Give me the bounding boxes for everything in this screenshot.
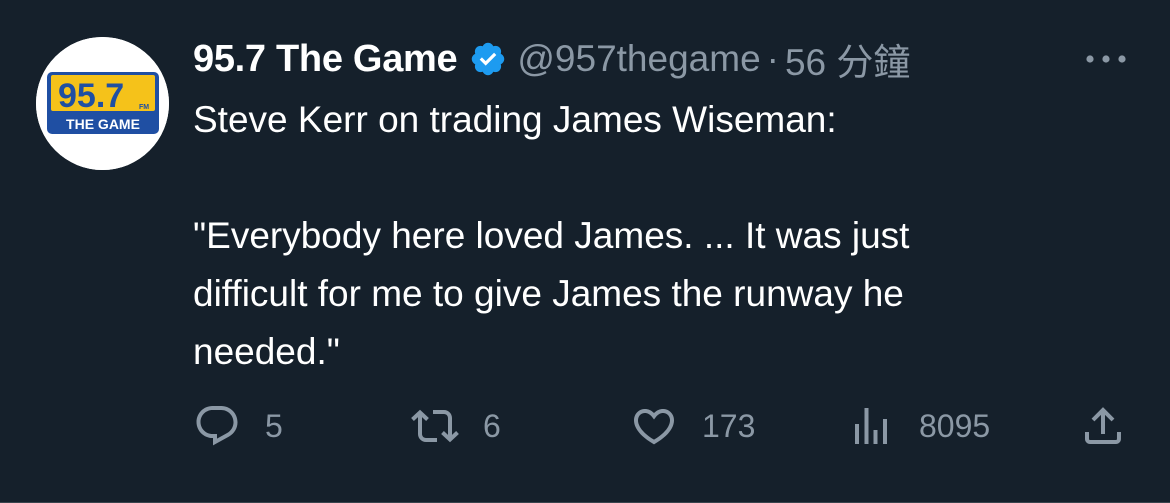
- retweet-icon: [411, 409, 459, 443]
- tweet-text-spacer: [193, 149, 1093, 207]
- views-count: 8095: [919, 407, 991, 444]
- logo-number: 95.7: [58, 77, 124, 115]
- reply-count: 5: [265, 407, 283, 444]
- reply-icon: [196, 406, 238, 446]
- more-options-button[interactable]: [1080, 44, 1132, 74]
- more-icon: [1086, 55, 1126, 63]
- action-bar: 5 6 173 8095: [193, 400, 1133, 452]
- separator-dot: ·: [766, 38, 779, 79]
- tweet-text-line: difficult for me to give James the runwa…: [193, 273, 904, 314]
- tweet-text-line: Steve Kerr on trading James Wiseman:: [193, 99, 837, 140]
- like-count: 173: [702, 407, 756, 444]
- heart-icon: [633, 409, 675, 445]
- logo-fm: FM: [139, 104, 149, 111]
- views-button[interactable]: 8095: [847, 400, 990, 452]
- tweet-card[interactable]: 95.7 FM THE GAME 95.7 The Game @957thega…: [0, 0, 1170, 503]
- timestamp[interactable]: 56 分鐘: [785, 32, 910, 86]
- retweet-button[interactable]: 6: [411, 400, 501, 452]
- handle[interactable]: @957thegame: [517, 38, 760, 80]
- tweet-text: Steve Kerr on trading James Wiseman: "Ev…: [193, 91, 1093, 381]
- logo-station: THE GAME: [66, 116, 140, 132]
- like-button[interactable]: 173: [630, 400, 755, 452]
- reply-button[interactable]: 5: [193, 400, 283, 452]
- tweet-text-line: "Everybody here loved James. ... It was …: [193, 215, 910, 256]
- tweet-text-line: needed.": [193, 331, 340, 372]
- station-logo-icon: 95.7 FM THE GAME: [36, 37, 169, 170]
- verified-badge-icon: [469, 40, 507, 78]
- share-button[interactable]: [1079, 400, 1127, 452]
- retweet-count: 6: [483, 407, 501, 444]
- share-icon: [1085, 407, 1121, 444]
- display-name[interactable]: 95.7 The Game: [193, 38, 458, 81]
- views-chart-icon: [855, 408, 887, 444]
- avatar[interactable]: 95.7 FM THE GAME: [36, 37, 169, 170]
- tweet-header: 95.7 The Game @957thegame · 56 分鐘: [193, 34, 910, 84]
